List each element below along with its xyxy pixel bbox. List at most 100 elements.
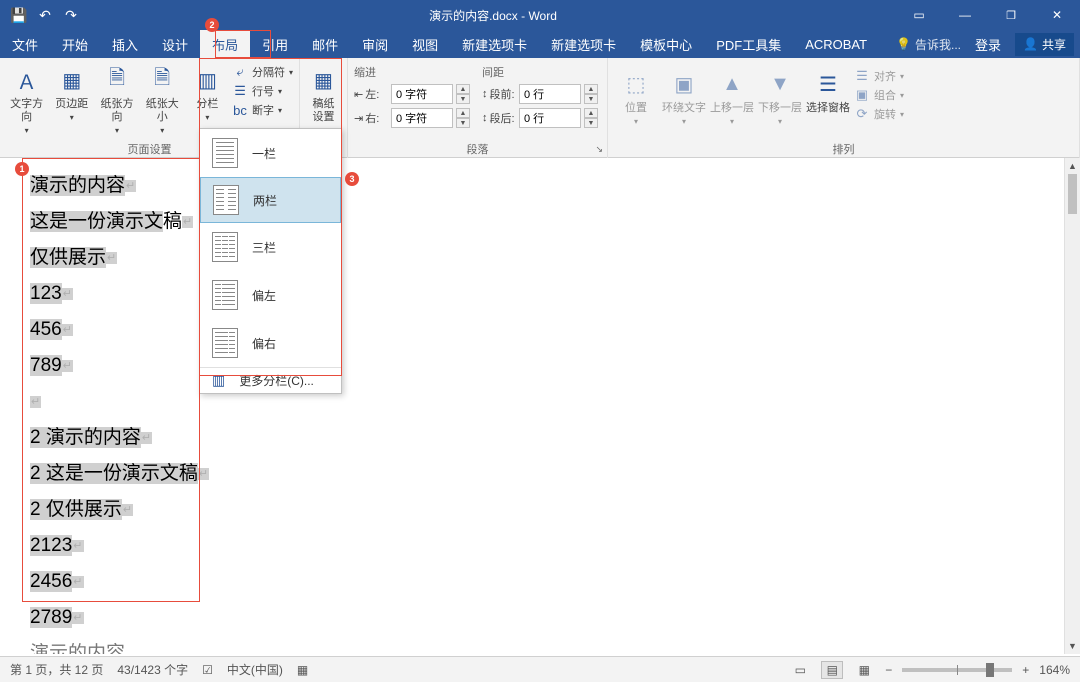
indent-right-input[interactable] [391,108,453,128]
proofing-icon[interactable]: ☑ [202,663,213,677]
tab-file[interactable]: 文件 [0,30,50,58]
rotate-button: ⟳旋转 ▾ [854,106,904,122]
restore-icon[interactable]: ❐ [988,0,1034,30]
breaks-button[interactable]: ⤶分隔符 ▾ [232,64,293,80]
line-numbers-button[interactable]: ☰行号 ▾ [232,83,293,99]
spin-down[interactable]: ▼ [584,118,598,128]
minimize-icon[interactable]: — [942,0,988,30]
spin-down[interactable]: ▼ [456,118,470,128]
tab-new2[interactable]: 新建选项卡 [539,30,628,58]
hyphenation-button[interactable]: bc断字 ▾ [232,102,293,118]
bring-forward-button: ▲上移一层▾ [710,64,754,126]
orientation-button[interactable]: 🗎纸张方向▾ [96,60,137,135]
lightbulb-icon: 💡 [896,37,911,51]
vertical-scrollbar[interactable]: ▲ ▼ [1064,158,1080,654]
paper-size-button[interactable]: 🗎纸张大小▾ [142,60,183,135]
text-line[interactable]: 演示的内容 [30,175,125,196]
tab-mailings[interactable]: 邮件 [300,30,350,58]
tell-me[interactable]: 💡告诉我... [896,36,961,53]
tab-view[interactable]: 视图 [400,30,450,58]
redo-icon[interactable]: ↷ [60,4,82,26]
tab-design[interactable]: 设计 [150,30,200,58]
manuscript-paper-button[interactable]: ▦稿纸 设置 [306,60,341,124]
spacing-before-input[interactable] [519,84,581,104]
orientation-icon: 🗎 [101,64,133,96]
columns-one[interactable]: 一栏 [200,129,341,177]
login-link[interactable]: 登录 [967,30,1009,58]
ribbon-options-icon[interactable]: ▭ [896,0,942,30]
window-controls: ▭ — ❐ ✕ [896,0,1080,30]
document-body[interactable]: 演示的内容↵ 这是一份演示文稿↵ 仅供展示↵ 123↵ 456↵ 789↵ ↵ … [0,158,1080,654]
text-line[interactable]: 789 [30,355,62,376]
word-count[interactable]: 43/1423 个字 [117,661,188,678]
columns-button[interactable]: ▥分栏▾ [187,60,228,122]
text-line[interactable]: 2456 [30,571,72,592]
text-line[interactable]: 2789 [30,607,72,628]
group-paragraph-label: 段落↘ [354,140,601,158]
tab-insert[interactable]: 插入 [100,30,150,58]
macro-icon[interactable]: ▦ [297,663,308,677]
text-direction-button[interactable]: Ａ文字方向▾ [6,60,47,135]
tab-acrobat[interactable]: ACROBAT [793,30,879,58]
spin-up[interactable]: ▲ [584,84,598,94]
tab-templates[interactable]: 模板中心 [628,30,704,58]
spacing-after-input[interactable] [519,108,581,128]
zoom-level[interactable]: 164% [1039,663,1070,677]
spin-down[interactable]: ▼ [584,94,598,104]
forward-icon: ▲ [716,68,748,100]
spin-down[interactable]: ▼ [456,94,470,104]
text-line[interactable]: 演示的内容 [30,636,1080,654]
scroll-thumb[interactable] [1068,174,1077,214]
callout-1: 1 [15,162,29,176]
print-layout-icon[interactable]: ▤ [821,661,843,679]
callout-3: 3 [345,172,359,186]
group-arrange-label: 排列 [614,140,1073,158]
web-layout-icon[interactable]: ▦ [853,661,875,679]
selection-pane-button[interactable]: ☰选择窗格 [806,64,850,126]
scroll-down-icon[interactable]: ▼ [1065,638,1080,654]
language-status[interactable]: 中文(中国) [227,661,283,678]
zoom-slider[interactable] [902,668,1012,672]
text-line[interactable]: 123 [30,283,62,304]
read-mode-icon[interactable]: ▭ [789,661,811,679]
text-line[interactable]: 仅供展示 [30,247,106,268]
columns-more[interactable]: ▥更多分栏(C)... [200,367,341,393]
two-column-icon [213,185,239,215]
columns-two[interactable]: 两栏 [200,177,341,223]
breaks-icon: ⤶ [232,64,248,80]
save-icon[interactable]: 💾 [8,4,30,26]
text-line[interactable]: 2 演示的内容 [30,427,141,448]
backward-icon: ▼ [764,68,796,100]
zoom-out-icon[interactable]: − [885,663,892,677]
text-line[interactable]: 这是一份演示文 [30,211,163,232]
tab-home[interactable]: 开始 [50,30,100,58]
page-status[interactable]: 第 1 页，共 12 页 [10,661,103,678]
tab-references[interactable]: 引用 [250,30,300,58]
margins-button[interactable]: ▦页边距▾ [51,60,92,122]
text-line[interactable]: 2 这是一份演示文稿 [30,463,198,484]
columns-three[interactable]: 三栏 [200,223,341,271]
tab-review[interactable]: 审阅 [350,30,400,58]
spin-up[interactable]: ▲ [456,84,470,94]
indent-left-input[interactable] [391,84,453,104]
document-area[interactable]: 演示的内容↵ 这是一份演示文稿↵ 仅供展示↵ 123↵ 456↵ 789↵ ↵ … [0,158,1080,654]
close-icon[interactable]: ✕ [1034,0,1080,30]
spin-up[interactable]: ▲ [584,108,598,118]
text-line[interactable]: 2 仅供展示 [30,499,122,520]
scroll-up-icon[interactable]: ▲ [1065,158,1080,174]
spin-up[interactable]: ▲ [456,108,470,118]
undo-icon[interactable]: ↶ [34,4,56,26]
text-line[interactable]: 456 [30,319,62,340]
share-button[interactable]: 👤共享 [1015,33,1074,56]
ribbon: Ａ文字方向▾ ▦页边距▾ 🗎纸张方向▾ 🗎纸张大小▾ ▥分栏▾ ⤶分隔符 ▾ ☰… [0,58,1080,158]
columns-left[interactable]: 偏左 [200,271,341,319]
tab-layout[interactable]: 布局 [200,30,250,58]
margins-icon: ▦ [56,64,88,96]
wrap-icon: ▣ [668,68,700,100]
paragraph-launcher[interactable]: ↘ [595,144,603,155]
columns-right[interactable]: 偏右 [200,319,341,367]
zoom-in-icon[interactable]: + [1022,663,1029,677]
tab-new1[interactable]: 新建选项卡 [450,30,539,58]
text-line[interactable]: 2123 [30,535,72,556]
tab-pdf[interactable]: PDF工具集 [704,30,793,58]
